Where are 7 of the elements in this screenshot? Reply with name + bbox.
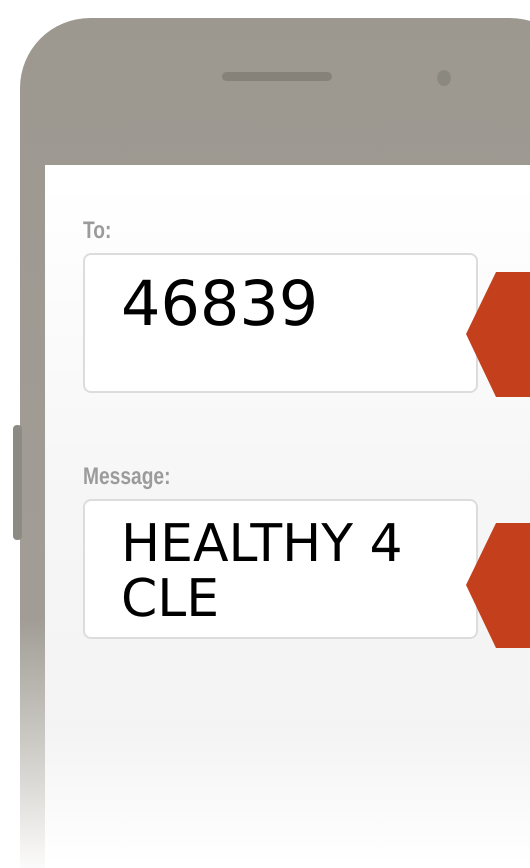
- side-button[interactable]: [13, 425, 22, 540]
- field-label: Message:: [83, 463, 171, 491]
- input-field[interactable]: 46839: [83, 253, 478, 393]
- field-label: To:: [83, 217, 112, 245]
- pointer-icon: [466, 272, 530, 397]
- input-field[interactable]: HEALTHY 4CLE: [83, 499, 478, 639]
- pointer-icon: [466, 523, 530, 648]
